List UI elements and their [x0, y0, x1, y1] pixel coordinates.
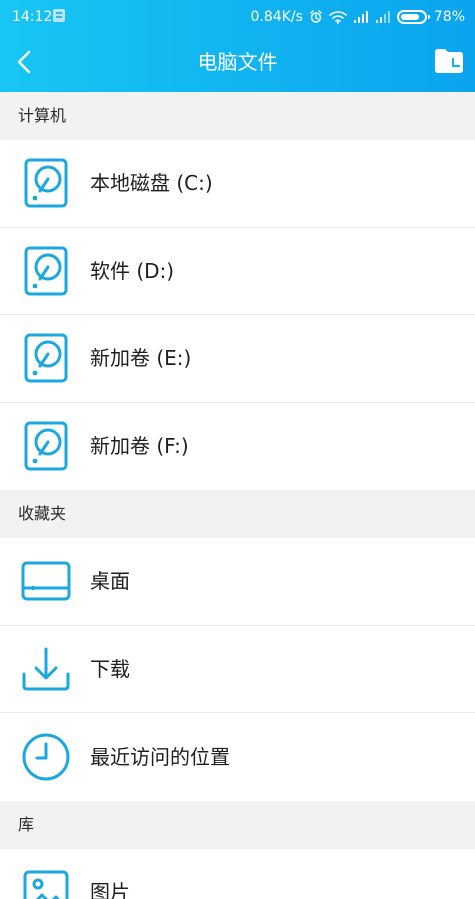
hard-drive-icon: [18, 418, 74, 474]
favorite-label: 桌面: [90, 569, 130, 594]
favorite-label: 最近访问的位置: [90, 744, 230, 769]
new-folder-button[interactable]: [433, 47, 465, 75]
drive-label: 新加卷 (E:): [90, 346, 192, 371]
battery-level: [400, 14, 419, 20]
hard-drive-icon: [18, 243, 74, 299]
section-header-favorites: 收藏夹: [0, 490, 475, 538]
network-speed: 0.84K/s: [250, 9, 303, 25]
favorite-row-recent[interactable]: 最近访问的位置: [0, 713, 475, 801]
status-right: 0.84K/s 78%: [251, 8, 466, 26]
signal-strength-icon: [353, 11, 368, 23]
clock-icon: [18, 729, 74, 785]
section-header-computer: 计算机: [0, 92, 475, 140]
wifi-icon: [329, 11, 347, 24]
drive-label: 新加卷 (F:): [90, 434, 189, 459]
section-header-library: 库: [0, 800, 475, 849]
image-icon: [18, 864, 74, 899]
favorite-row-desktop[interactable]: 桌面: [0, 538, 475, 626]
drive-row-e[interactable]: 新加卷 (E:): [0, 315, 475, 403]
desktop-icon: [18, 553, 74, 609]
download-icon: [18, 641, 74, 697]
battery-icon: [396, 10, 430, 24]
drive-label: 本地磁盘 (C:): [90, 171, 213, 196]
library-row-pictures[interactable]: 图片: [0, 848, 475, 899]
battery-percent: 78%: [433, 9, 465, 25]
drive-row-c[interactable]: 本地磁盘 (C:): [0, 140, 475, 228]
page-title: 电脑文件: [197, 50, 278, 74]
status-bar: 14:12 0.84K/s 78%: [0, 0, 475, 34]
drive-label: 软件 (D:): [90, 258, 175, 283]
new-folder-icon: [435, 49, 463, 73]
drive-row-f[interactable]: 新加卷 (F:): [0, 402, 475, 490]
app-header: 14:12 0.84K/s 78% 电脑文件: [0, 0, 475, 92]
status-time: 14:12: [12, 9, 53, 25]
navigation-bar: 电脑文件: [0, 34, 475, 92]
alarm-icon: [310, 10, 322, 23]
file-browser: 计算机 本地磁盘 (C:) 软件 (D:) 新加卷 (E:) 新加卷 (F:) …: [0, 92, 475, 899]
notification-icon: [53, 9, 65, 22]
signal-strength-icon-secondary: [375, 11, 390, 23]
hard-drive-icon: [18, 155, 74, 211]
hard-drive-icon: [18, 330, 74, 386]
favorite-row-download[interactable]: 下载: [0, 625, 475, 713]
app: 14:12 0.84K/s 78% 电脑文件 计算机 本地磁盘 (C:) 软件 …: [0, 0, 475, 899]
library-label: 图片: [90, 879, 130, 899]
favorite-label: 下载: [90, 656, 130, 681]
drive-row-d[interactable]: 软件 (D:): [0, 227, 475, 315]
